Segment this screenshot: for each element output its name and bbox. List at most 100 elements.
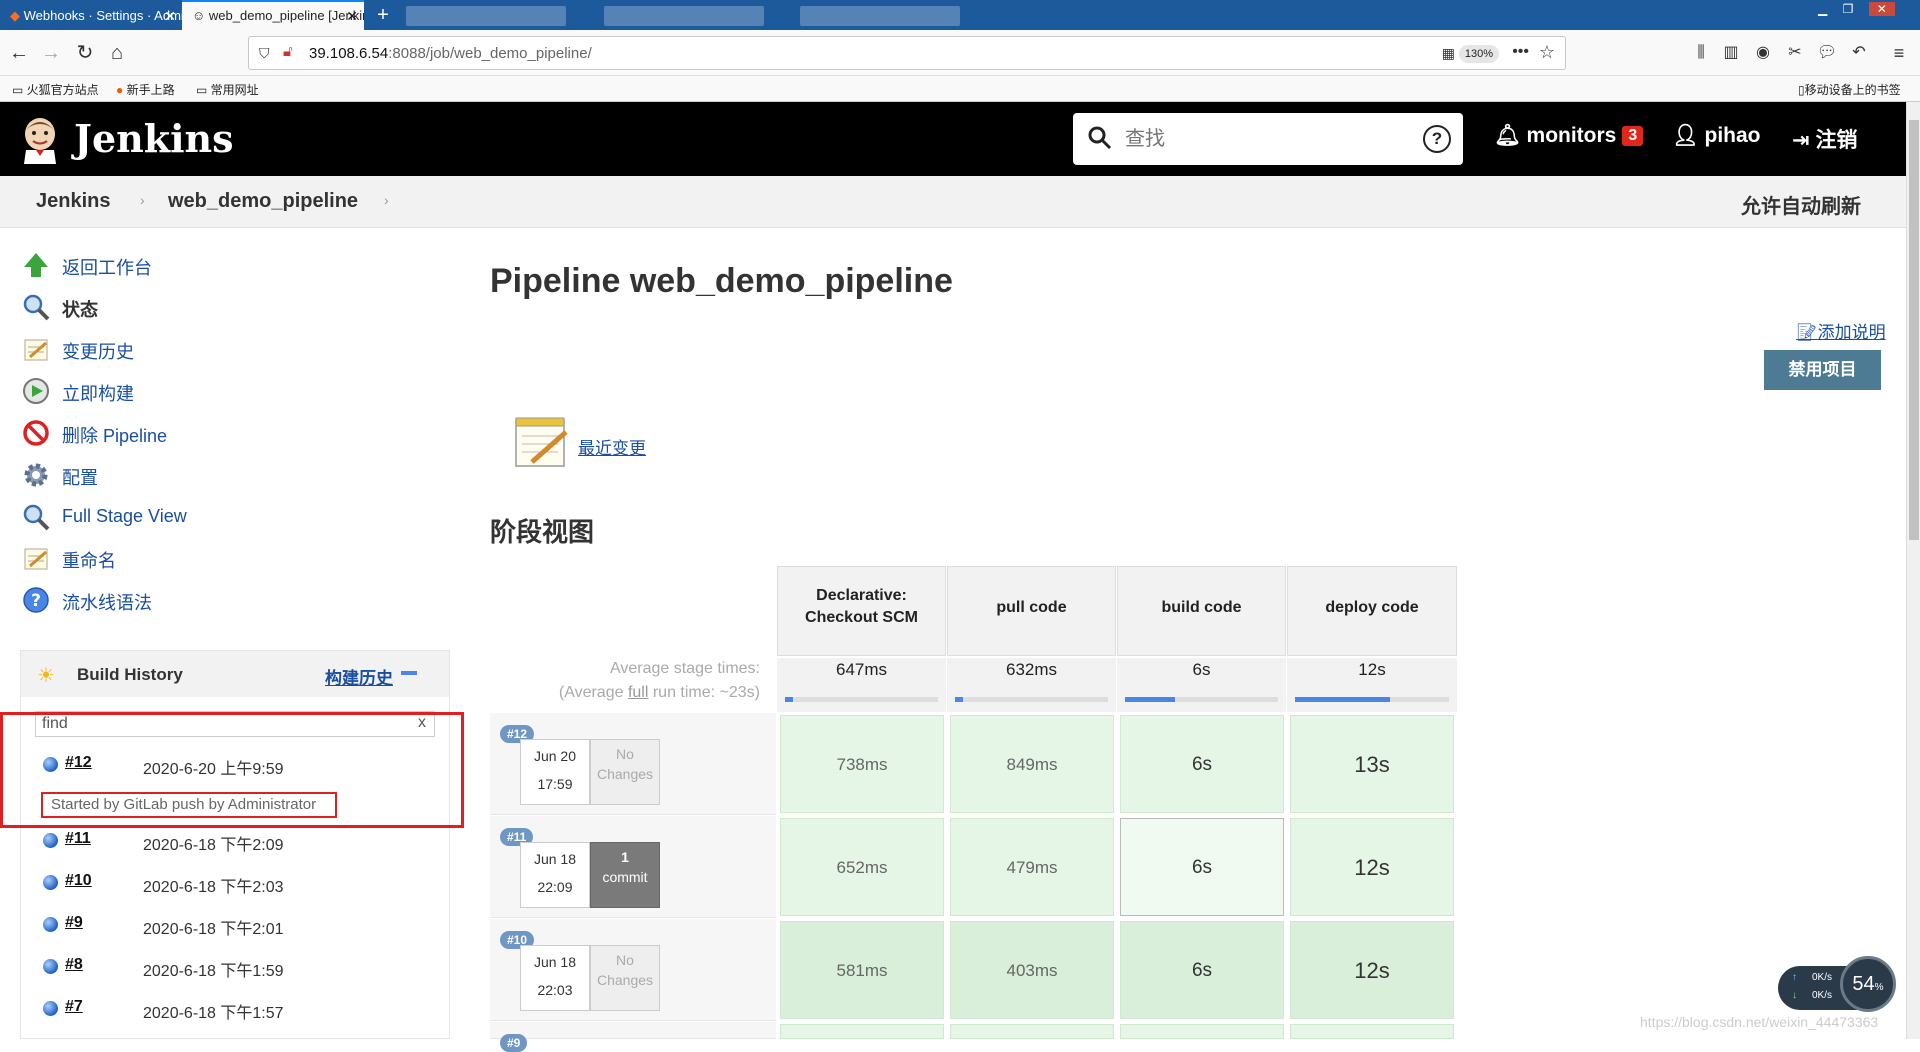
stage-average: 12s	[1287, 658, 1457, 712]
folder-icon: ▭	[196, 83, 211, 97]
stage-cell[interactable]: 6s	[1120, 921, 1284, 1019]
screenshot-icon[interactable]: ✂	[1782, 40, 1808, 66]
tab-web-demo-pipeline[interactable]: ☺ web_demo_pipeline [Jenkins] ✕	[182, 0, 364, 30]
gitlab-icon: ◆	[10, 8, 20, 23]
stage-cell[interactable]	[1290, 1024, 1454, 1039]
user-link[interactable]: 👤︎ pihao	[1672, 124, 1761, 148]
stage-progress-bar	[1295, 697, 1449, 702]
back-icon[interactable]: ←	[6, 40, 32, 66]
menu-icon[interactable]: ≡	[1886, 40, 1912, 66]
build-number-link[interactable]: #7	[65, 998, 83, 1016]
maximize-icon[interactable]: ❐	[1843, 2, 1854, 16]
stage-cell[interactable]: 12s	[1290, 921, 1454, 1019]
tab-webhooks-settings[interactable]: ◆ Webhooks · Settings · Admin ✕	[0, 2, 182, 30]
account-icon[interactable]: ◉	[1750, 40, 1776, 66]
scrollbar-thumb[interactable]	[1909, 120, 1919, 540]
recent-changes-link[interactable]: 最近变更	[578, 434, 646, 459]
stage-cell[interactable]: 13s	[1290, 715, 1454, 813]
stage-cell[interactable]: 581ms	[780, 921, 944, 1019]
home-icon[interactable]: ⌂	[104, 40, 130, 66]
collapse-icon[interactable]	[401, 671, 417, 675]
background-tab[interactable]	[604, 6, 764, 26]
stage-average: 647ms	[777, 658, 946, 712]
zoom-level-badge[interactable]: 130%	[1458, 45, 1499, 63]
jenkins-favicon-icon: ☺	[192, 8, 206, 23]
undo-icon[interactable]: ↶	[1846, 40, 1872, 66]
page-scrollbar[interactable]	[1906, 102, 1920, 1039]
auto-refresh-link[interactable]: 允许自动刷新	[1741, 190, 1861, 219]
background-tab[interactable]	[406, 6, 566, 26]
blue-ball-status-icon	[43, 959, 58, 974]
stage-header: pull code	[947, 566, 1116, 656]
search-box[interactable]: ?	[1073, 113, 1463, 165]
search-help-icon[interactable]: ?	[1423, 125, 1451, 153]
stage-header: deploy code	[1287, 566, 1457, 656]
new-tab-plus-icon[interactable]: +	[372, 4, 394, 26]
minimize-icon[interactable]: ▁	[1818, 2, 1827, 16]
bookmark-item[interactable]: ● 新手上路	[116, 81, 175, 98]
monitors-link[interactable]: 🔔︎ monitors 3	[1494, 124, 1644, 148]
stage-cell[interactable]: 6s	[1120, 818, 1284, 916]
stage-progress-bar	[955, 697, 1108, 702]
full-run-link[interactable]: full	[628, 684, 648, 701]
library-icon[interactable]: ⫼	[1688, 40, 1714, 66]
stage-cell[interactable]: 849ms	[950, 715, 1114, 813]
more-actions-icon[interactable]: •••	[1512, 43, 1529, 61]
qr-code-icon[interactable]: ▦	[1442, 45, 1455, 62]
build-number-link[interactable]: #8	[65, 956, 83, 974]
bookmark-star-icon[interactable]: ☆	[1539, 42, 1555, 63]
reload-icon[interactable]: ↻	[72, 40, 98, 66]
bookmark-item[interactable]: ▭ 火狐官方站点	[12, 81, 99, 98]
chevron-right-icon[interactable]: ›	[384, 192, 389, 208]
logout-link[interactable]: ⇥ 注销	[1792, 124, 1857, 154]
stage-cell[interactable]: 12s	[1290, 818, 1454, 916]
stage-cell[interactable]: 738ms	[780, 715, 944, 813]
insecure-lock-icon[interactable]: 🔓︎	[283, 43, 293, 60]
add-description-link[interactable]: 📝︎添加说明	[1796, 318, 1886, 343]
chat-icon[interactable]: 💬︎	[1814, 40, 1840, 66]
breadcrumb-job[interactable]: web_demo_pipeline	[168, 190, 358, 213]
blue-ball-status-icon	[43, 917, 58, 932]
stage-cell[interactable]	[780, 1024, 944, 1039]
memory-gauge[interactable]: 54%	[1840, 956, 1896, 1012]
bookmark-item[interactable]: ▭ 常用网址	[196, 81, 259, 98]
browser-tab-bar: ◆ Webhooks · Settings · Admin ✕ ☺ web_de…	[0, 0, 1920, 30]
breadcrumb-jenkins[interactable]: Jenkins	[36, 190, 110, 213]
stage-cell[interactable]	[950, 1024, 1114, 1039]
stage-cell[interactable]: 652ms	[780, 818, 944, 916]
magnifier-icon	[22, 503, 50, 531]
stage-progress-bar	[1125, 697, 1278, 702]
stage-cell[interactable]: 479ms	[950, 818, 1114, 916]
edit-icon: 📝︎	[1796, 323, 1818, 342]
run-tag[interactable]: #9	[500, 1034, 528, 1052]
clock-play-icon	[22, 377, 50, 405]
disable-project-button[interactable]: 禁用项目	[1764, 350, 1881, 390]
build-number-link[interactable]: #11	[65, 830, 91, 848]
notepad-icon	[22, 335, 50, 363]
mobile-bookmarks[interactable]: ▯移动设备上的书签	[1798, 81, 1901, 98]
url-bar[interactable]: ⛉ 🔓︎ 39.108.6.54:8088/job/web_demo_pipel…	[248, 36, 1566, 70]
close-icon[interactable]: ✕	[164, 2, 176, 30]
close-icon[interactable]: ✕	[346, 2, 358, 30]
stage-cell[interactable]: 403ms	[950, 921, 1114, 1019]
jenkins-logo-text[interactable]: Jenkins	[74, 116, 234, 161]
search-input[interactable]	[1125, 123, 1395, 155]
build-history-link[interactable]: 构建历史	[325, 664, 393, 689]
stage-progress-bar	[785, 697, 938, 702]
build-date: 2020-6-18 下午1:57	[143, 1005, 284, 1022]
background-tab[interactable]	[800, 6, 960, 26]
forward-icon[interactable]: →	[38, 40, 64, 66]
sun-icon: ☀	[37, 665, 55, 687]
shield-icon[interactable]: ⛉	[259, 45, 270, 62]
run-date: Jun 20 17:59	[520, 739, 590, 805]
build-number-link[interactable]: #9	[65, 914, 83, 932]
stage-cell[interactable]: 6s	[1120, 715, 1284, 813]
chevron-right-icon[interactable]: ›	[140, 192, 145, 208]
build-number-link[interactable]: #10	[65, 872, 92, 890]
stage-cell[interactable]	[1120, 1024, 1284, 1039]
mobile-icon: ▯	[1798, 83, 1805, 97]
sidebar-toggle-icon[interactable]: ▥	[1718, 40, 1744, 66]
jenkins-butler-icon[interactable]	[20, 116, 60, 164]
run-changes-commit-link[interactable]: 1 commit	[590, 842, 660, 908]
close-window-icon[interactable]: ✕	[1868, 2, 1895, 16]
